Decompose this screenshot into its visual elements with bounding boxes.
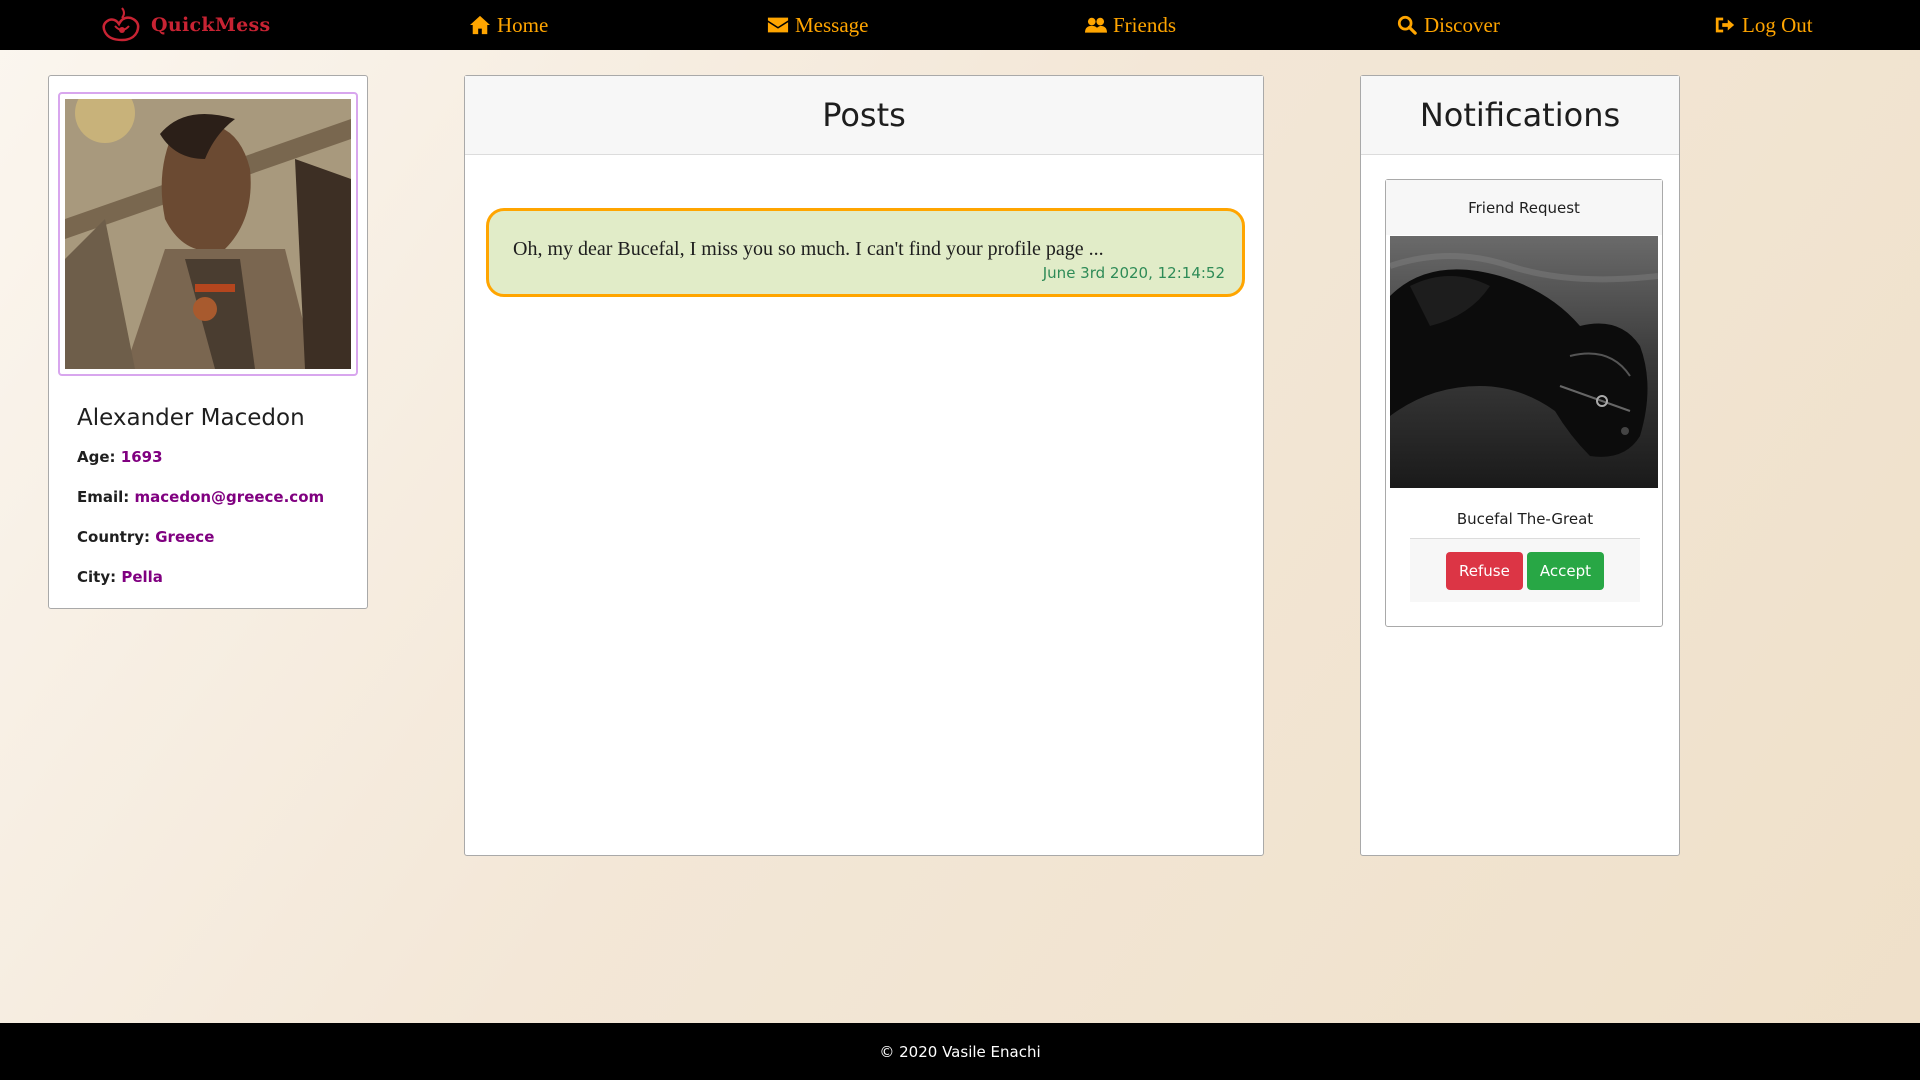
nav-discover[interactable]: Discover [1396, 0, 1500, 50]
nav-logout-label: Log Out [1742, 12, 1813, 37]
country-value: Greece [155, 528, 215, 546]
top-navbar: QuickMess Home Message Friends Discover … [0, 0, 1920, 50]
search-icon [1397, 15, 1417, 35]
home-icon [470, 15, 490, 35]
nav-logout[interactable]: Log Out [1714, 0, 1813, 50]
post-timestamp: June 3rd 2020, 12:14:52 [1042, 264, 1225, 282]
nav-home-label: Home [497, 12, 549, 37]
avatar-frame [58, 92, 358, 376]
footer: © 2020 Vasile Enachi [0, 1023, 1920, 1080]
city-label: City: [77, 568, 117, 586]
profile-card: Alexander Macedon Age: 1693 Email: maced… [48, 75, 368, 609]
posts-card: Posts Oh, my dear Bucefal, I miss you so… [464, 75, 1264, 856]
horse-avatar [1390, 236, 1658, 488]
age-value: 1693 [120, 448, 163, 466]
nav-friends-label: Friends [1113, 12, 1176, 37]
refuse-button[interactable]: Refuse [1446, 551, 1523, 590]
nav-message[interactable]: Message [767, 0, 868, 50]
profile-email: Email: macedon@greece.com [77, 488, 324, 506]
profile-city: City: Pella [77, 568, 163, 586]
email-label: Email: [77, 488, 130, 506]
notifications-card: Notifications Friend Request Bucefal The… [1360, 75, 1680, 856]
country-label: Country: [77, 528, 151, 546]
post-item[interactable]: Oh, my dear Bucefal, I miss you so much.… [486, 208, 1245, 297]
nav-message-label: Message [795, 12, 869, 37]
profile-name: Alexander Macedon [77, 405, 305, 431]
city-value: Pella [121, 568, 163, 586]
users-icon [1085, 17, 1107, 33]
notifications-title: Notifications [1361, 76, 1679, 155]
profile-avatar [65, 99, 351, 369]
friend-request-name: Bucefal The-Great [1456, 510, 1594, 528]
friend-request-avatar[interactable] [1390, 236, 1658, 488]
envelope-icon [767, 17, 789, 33]
profile-country: Country: Greece [77, 528, 214, 546]
age-label: Age: [77, 448, 116, 466]
profile-age: Age: 1693 [77, 448, 163, 466]
accept-button[interactable]: Accept [1526, 551, 1604, 590]
email-value: macedon@greece.com [134, 488, 325, 506]
friend-request-card: Friend Request Bucefal The-Great Refuse … [1385, 179, 1663, 627]
nav-home[interactable]: Home [469, 0, 548, 50]
friend-request-heading: Friend Request [1386, 180, 1662, 235]
brand-logo[interactable]: QuickMess [97, 4, 271, 46]
posts-title: Posts [465, 76, 1263, 155]
nav-discover-label: Discover [1424, 12, 1500, 37]
brand-name: QuickMess [151, 14, 271, 36]
friend-request-actions: Refuse Accept [1410, 538, 1640, 602]
post-text: Oh, my dear Bucefal, I miss you so much.… [513, 238, 1104, 260]
nav-friends[interactable]: Friends [1085, 0, 1176, 50]
quickmess-logo-icon [102, 7, 140, 42]
sign-out-icon [1715, 17, 1735, 33]
footer-copyright: © 2020 Vasile Enachi [879, 1042, 1041, 1061]
